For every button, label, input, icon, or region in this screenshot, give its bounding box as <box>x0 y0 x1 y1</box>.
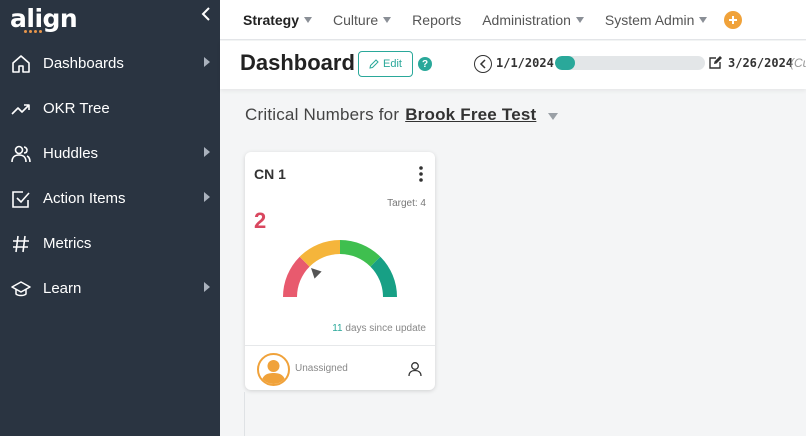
critical-number-card[interactable]: CN 1 Target: 4 2 11 days since update Un… <box>245 152 435 390</box>
sidebar-item-label: Learn <box>43 280 82 297</box>
brand-dots <box>24 30 42 33</box>
submenu-arrow-icon <box>204 147 210 157</box>
section-prefix: Critical Numbers for <box>245 105 400 124</box>
owner-name: Unassigned <box>295 363 348 374</box>
sidebar: align Dashboards OKR Tree Huddles Action… <box>0 0 220 436</box>
days-since-update: 11 days since update <box>332 323 426 334</box>
card-divider <box>245 345 435 346</box>
edit-button-label: Edit <box>383 58 402 70</box>
card-target: Target: 4 <box>387 198 426 209</box>
submenu-arrow-icon <box>204 282 210 292</box>
top-nav: Strategy Culture Reports Administration … <box>220 0 806 40</box>
assign-user-icon[interactable] <box>408 361 422 377</box>
top-nav-label: Reports <box>412 11 462 28</box>
chevron-down-icon[interactable] <box>548 112 559 120</box>
top-nav-label: Strategy <box>243 11 300 28</box>
sidebar-item-huddles[interactable]: Huddles <box>0 131 220 176</box>
edit-date-icon[interactable] <box>709 55 723 69</box>
gauge-segment-teal <box>370 256 397 297</box>
top-nav-label: System Admin <box>604 11 695 28</box>
more-options-icon[interactable] <box>418 165 424 183</box>
chevron-down-icon <box>699 17 708 23</box>
brand-name: align <box>10 4 78 33</box>
column-divider <box>244 392 245 436</box>
dashboard-header: Dashboard Edit ? 1/1/2024 3/26/2024 (Cu <box>220 41 806 89</box>
period-progress-bar <box>555 56 705 70</box>
section-title: Critical Numbers for Brook Free Test <box>245 105 559 125</box>
sidebar-item-label: OKR Tree <box>43 100 110 117</box>
top-nav-administration[interactable]: Administration <box>482 12 584 28</box>
team-selector[interactable]: Brook Free Test <box>405 105 536 125</box>
start-date: 1/1/2024 <box>496 56 554 70</box>
gauge-pointer <box>311 268 322 279</box>
sidebar-item-okr-tree[interactable]: OKR Tree <box>0 86 220 131</box>
sidebar-item-learn[interactable]: Learn <box>0 266 220 311</box>
trend-up-icon <box>10 98 32 120</box>
submenu-arrow-icon <box>204 57 210 67</box>
end-date-note: (Cu <box>790 56 806 70</box>
days-count: 11 <box>332 323 343 334</box>
graduation-cap-icon <box>10 278 32 300</box>
top-nav-strategy[interactable]: Strategy <box>243 11 313 28</box>
period-progress-fill <box>555 56 575 70</box>
pencil-icon <box>369 59 379 69</box>
sidebar-item-dashboards[interactable]: Dashboards <box>0 41 220 86</box>
edit-button[interactable]: Edit <box>358 51 413 77</box>
gauge-segment-red <box>283 256 310 297</box>
top-nav-culture[interactable]: Culture <box>333 11 392 28</box>
sidebar-item-label: Huddles <box>43 145 99 162</box>
chevron-down-icon <box>383 17 392 23</box>
sidebar-item-action-items[interactable]: Action Items <box>0 176 220 221</box>
gauge-segment-yellow <box>299 240 340 267</box>
top-nav-label: Administration <box>482 11 571 28</box>
home-icon <box>10 53 32 75</box>
submenu-arrow-icon <box>204 192 210 202</box>
card-value: 2 <box>254 208 267 233</box>
checkbox-icon <box>10 188 32 210</box>
gauge-segment-green <box>340 240 381 267</box>
page-title: Dashboard <box>240 50 355 75</box>
card-title: CN 1 <box>254 166 286 182</box>
top-nav-reports[interactable]: Reports <box>412 12 461 28</box>
collapse-sidebar-icon[interactable] <box>199 6 213 22</box>
days-suffix: days since update <box>342 323 426 334</box>
chevron-left-icon <box>479 59 486 69</box>
sidebar-nav: Dashboards OKR Tree Huddles Action Items <box>0 41 220 311</box>
end-date: 3/26/2024 <box>728 56 794 70</box>
sidebar-item-label: Dashboards <box>43 55 124 72</box>
chevron-down-icon <box>304 17 313 23</box>
top-nav-label: Culture <box>333 11 379 28</box>
hash-icon <box>10 233 32 255</box>
top-nav-system-admin[interactable]: System Admin <box>604 11 708 28</box>
users-icon <box>10 143 32 165</box>
help-icon[interactable]: ? <box>418 57 432 71</box>
sidebar-item-label: Action Items <box>43 190 126 207</box>
brand-logo[interactable]: align <box>10 4 78 34</box>
chevron-down-icon <box>575 17 584 23</box>
sidebar-item-metrics[interactable]: Metrics <box>0 221 220 266</box>
sidebar-item-label: Metrics <box>43 235 92 252</box>
avatar[interactable] <box>257 353 290 386</box>
add-button[interactable] <box>724 10 743 29</box>
previous-period-button[interactable] <box>474 55 492 73</box>
plus-icon <box>729 15 738 24</box>
user-avatar-icon <box>261 360 286 384</box>
gauge-chart <box>283 240 397 297</box>
